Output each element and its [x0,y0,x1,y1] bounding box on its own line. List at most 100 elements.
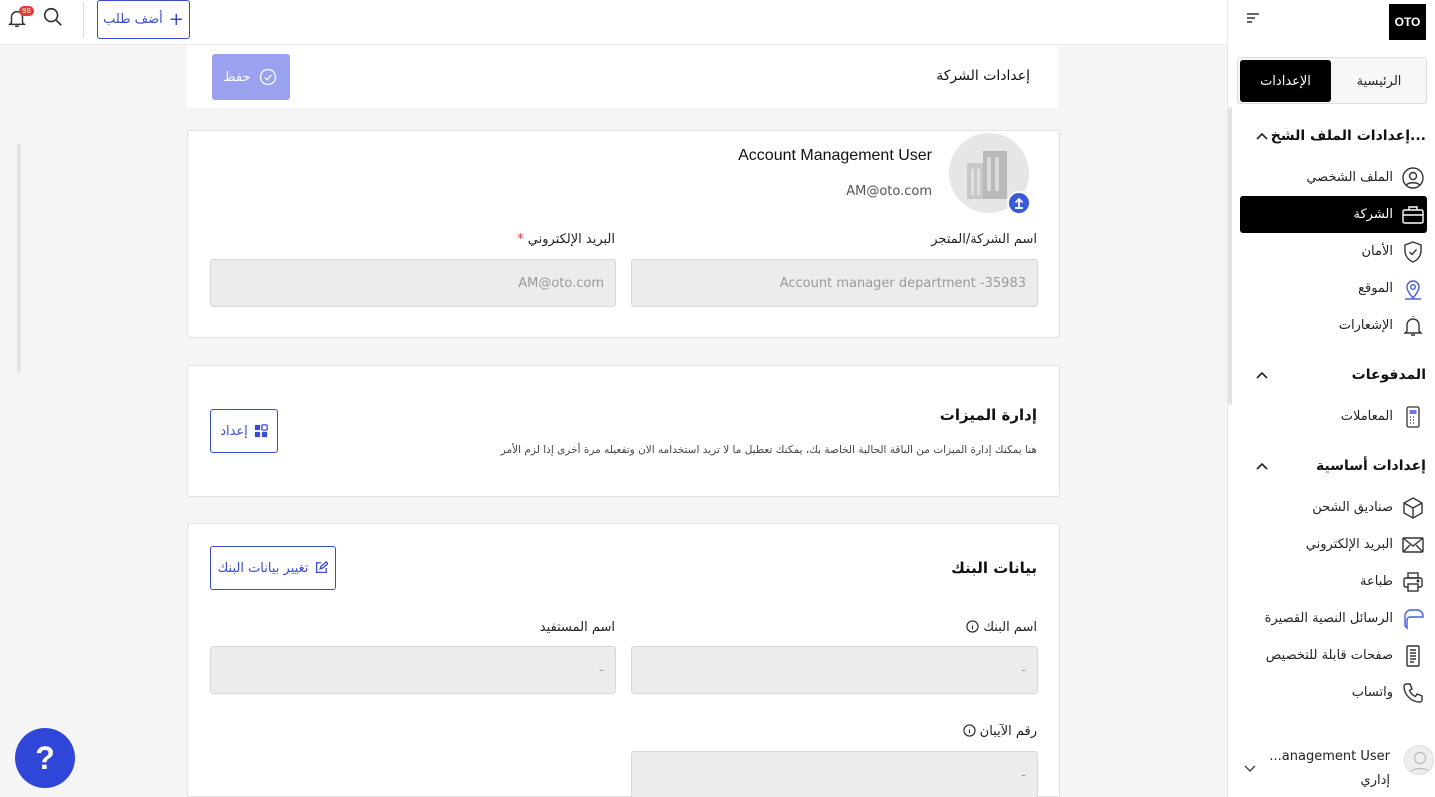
sidebar-item-transactions[interactable]: المعاملات [1240,398,1427,435]
company-name-label: اسم الشركة/المتجر [931,232,1037,247]
sidebar-item-email[interactable]: البريد الإلكتروني [1240,526,1427,563]
sidebar-item-profile[interactable]: الملف الشخصي [1240,159,1427,196]
sidebar-scrollbar[interactable] [1228,107,1232,405]
sidebar-item-label: المعاملات [1340,409,1393,424]
bank-name-label: اسم البنك [963,620,1037,635]
add-order-button[interactable]: أضف طلب + [97,0,190,39]
plus-icon: + [168,8,184,30]
email-field[interactable]: AM@oto.com [210,259,616,307]
sidebar-item-label: صفحات قابلة للتخصيص [1265,648,1393,663]
company-name-field[interactable]: Account manager department -35983 [631,259,1038,307]
sidebar-item-label: الرسائل النصية القصيرة [1264,611,1393,626]
section-basic-settings[interactable]: إعدادات أساسية [1236,458,1426,478]
section-title: المدفوعات [1351,367,1426,383]
iban-label-text: رقم الآيبان [979,724,1037,739]
profile-email: AM@oto.com [846,184,932,199]
user-circle-icon [1402,166,1424,189]
upload-icon [1014,197,1024,209]
sidebar-item-shipping-boxes[interactable]: صناديق الشحن [1240,489,1427,526]
page-header: إعدادات الشركة حفظ [186,45,1058,108]
printer-icon [1403,571,1423,592]
save-button[interactable]: حفظ [212,54,290,100]
top-bar: 98 أضف طلب + [0,0,1227,45]
page-icon [1406,644,1420,667]
info-icon[interactable] [966,620,979,633]
bank-title: بيانات البنك [951,559,1037,577]
section-profile-settings[interactable]: إعدادات الملف الشخ... [1236,128,1426,148]
beneficiary-label: اسم المستفيد [539,620,615,635]
sidebar-tabs: الإعدادات الرئيسية [1237,57,1427,104]
setup-label: إعداد [220,423,248,439]
company-profile-card: Account Management User AM@oto.com اسم ا… [187,130,1060,338]
tab-home[interactable]: الرئيسية [1334,60,1424,102]
divider [83,2,84,38]
chevron-up-icon [1256,462,1268,470]
sidebar-item-label: صناديق الشحن [1312,500,1393,515]
user-name: ...anagement User [1269,749,1390,764]
help-button[interactable]: ? [15,728,75,788]
sidebar-item-location[interactable]: الموقع [1240,270,1427,307]
email-label: * البريد الإلكتروني [517,232,615,247]
transactions-icon [1406,405,1420,428]
menu-icon[interactable] [1246,12,1260,24]
bank-name-label-text: اسم البنك [983,620,1037,635]
sidebar-item-label: الموقع [1358,281,1393,296]
sidebar-item-company[interactable]: الشركة [1240,196,1427,233]
notification-badge: 98 [19,6,34,16]
features-description: هنا يمكنك إدارة الميزات من الباقة الحالي… [500,444,1037,456]
sidebar-item-notifications[interactable]: الإشعارات [1240,307,1427,344]
sidebar-item-label: الإشعارات [1338,318,1393,333]
sidebar-item-label: طباعة [1360,574,1393,589]
user-role: إداري [1360,773,1390,788]
iban-field[interactable]: - [631,751,1038,797]
location-pin-icon [1405,279,1421,300]
section-payments[interactable]: المدفوعات [1236,367,1426,387]
chevron-down-icon [1244,765,1256,772]
add-order-label: أضف طلب [103,12,163,27]
section-title: إعدادات الملف الشخ... [1270,128,1426,144]
info-icon[interactable] [962,724,976,737]
check-circle-icon [260,68,277,86]
features-setup-button[interactable]: إعداد [210,409,278,453]
sidebar-item-security[interactable]: الأمان [1240,233,1427,270]
bell-icon [1403,315,1423,336]
sidebar-item-print[interactable]: طباعة [1240,563,1427,600]
bank-name-field[interactable]: - [631,646,1038,694]
box-icon [1403,496,1423,519]
tab-settings[interactable]: الإعدادات [1240,60,1331,102]
email-label-text: البريد الإلكتروني [527,232,615,247]
phone-icon [1403,682,1423,703]
required-marker: * [517,232,524,247]
section-title: إعدادات أساسية [1316,458,1426,474]
profile-name: Account Management User [738,147,932,164]
sidebar-item-custom-pages[interactable]: صفحات قابلة للتخصيص [1240,637,1427,674]
save-label: حفظ [223,69,251,85]
user-menu[interactable]: ...anagement User إداري [1238,742,1434,792]
chevron-up-icon [1256,132,1268,140]
bank-card: بيانات البنك تغيير بيانات البنك اسم البن… [187,523,1060,797]
sidebar-item-label: الملف الشخصي [1306,170,1393,185]
iban-label: رقم الآيبان [960,724,1037,739]
beneficiary-field[interactable]: - [210,646,616,694]
mail-icon [1402,536,1424,553]
edit-icon [316,561,329,574]
sidebar-item-sms[interactable]: الرسائل النصية القصيرة [1240,600,1427,637]
scrollbar[interactable] [17,143,21,373]
briefcase-icon [1402,205,1424,224]
sidebar-item-label: واتساب [1351,685,1393,700]
upload-photo-button[interactable] [1007,191,1031,215]
sidebar: OTO الإعدادات الرئيسية إعدادات الملف الش… [1227,0,1435,797]
sms-icon [1404,608,1424,630]
change-bank-button[interactable]: تغيير بيانات البنك [210,546,336,590]
puzzle-icon [254,424,268,438]
shield-icon [1404,240,1422,263]
sidebar-item-label: الشركة [1353,207,1393,222]
features-card: إدارة الميزات هنا يمكنك إدارة الميزات من… [187,365,1060,497]
logo[interactable]: OTO [1389,4,1426,40]
chevron-up-icon [1256,371,1268,379]
search-icon[interactable] [42,6,64,28]
sidebar-item-label: الأمان [1361,244,1394,259]
sidebar-item-whatsapp[interactable]: واتساب [1240,674,1427,711]
avatar [1404,745,1434,775]
change-bank-label: تغيير بيانات البنك [217,560,309,576]
